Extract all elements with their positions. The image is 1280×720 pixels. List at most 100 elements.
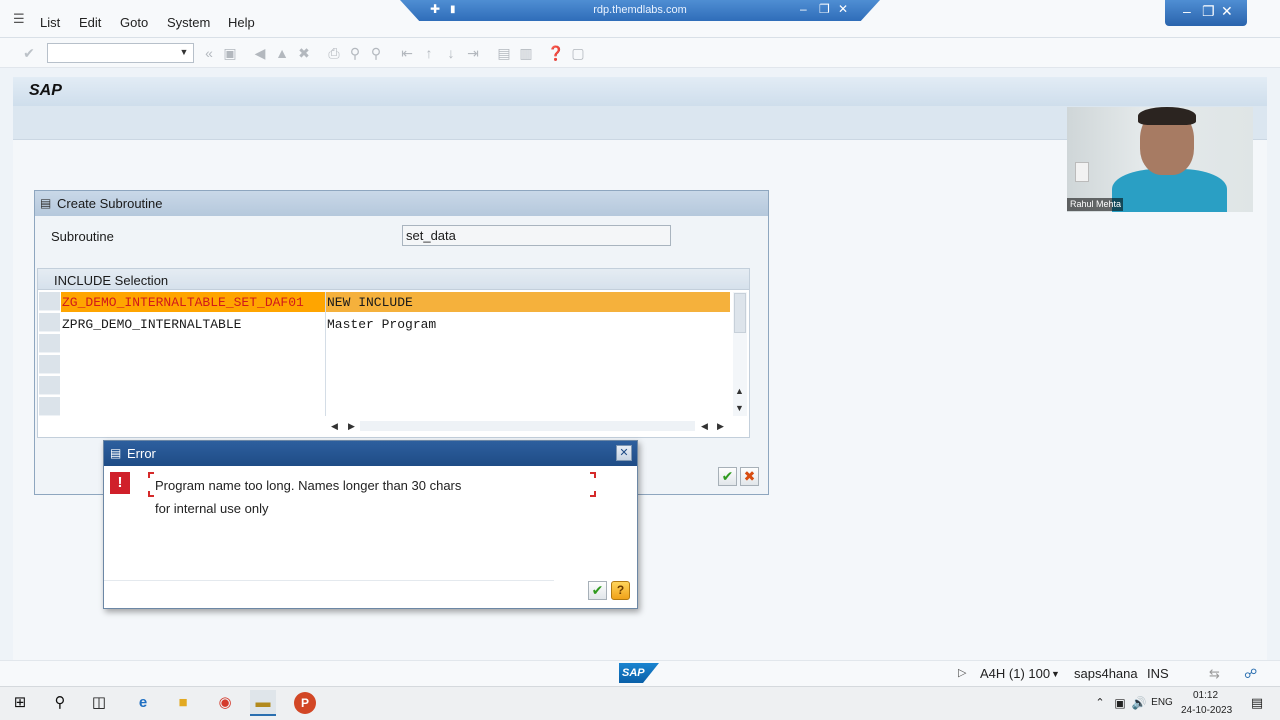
file-explorer-icon[interactable]: ■ bbox=[170, 690, 196, 716]
include-name-cell[interactable]: ZPRG_DEMO_INTERNALTABLE bbox=[62, 317, 241, 332]
language-indicator[interactable]: ENG bbox=[1147, 690, 1177, 716]
help-icon: ? bbox=[616, 583, 625, 597]
window-minimize-icon[interactable]: – bbox=[1183, 3, 1191, 19]
dialog-window-icon: ▤ bbox=[110, 446, 122, 460]
exit-icon[interactable]: ▲ bbox=[273, 44, 291, 62]
rdp-restore-icon[interactable]: ❐ bbox=[819, 2, 830, 16]
include-name-cell[interactable]: ZG_DEMO_INTERNALTABLE_SET_DAF01 bbox=[62, 295, 325, 310]
dialog-footer-divider bbox=[104, 580, 554, 581]
rdp-close-icon[interactable]: ✕ bbox=[838, 2, 848, 16]
first-page-icon[interactable]: ⇤ bbox=[398, 44, 416, 62]
window-controls: – ❐ ✕ bbox=[1165, 0, 1247, 26]
clock-time[interactable]: 01:12 bbox=[1193, 690, 1218, 701]
focus-bracket bbox=[590, 472, 596, 478]
close-icon: ✕ bbox=[619, 447, 629, 459]
menu-list[interactable]: List bbox=[40, 15, 60, 30]
help-icon[interactable]: ❓ bbox=[547, 44, 565, 62]
layout-icon[interactable]: ⇆ bbox=[1209, 666, 1220, 682]
scroll-left-icon[interactable]: ◀ bbox=[701, 421, 708, 432]
chevron-down-icon[interactable]: ▼ bbox=[177, 45, 191, 59]
powerpoint-icon[interactable]: P bbox=[294, 692, 316, 714]
subroutine-label: Subroutine bbox=[51, 229, 114, 244]
server-name: saps4hana bbox=[1074, 666, 1138, 681]
checkmark-icon: ✔ bbox=[721, 468, 734, 484]
toolbar-separator-icon: « bbox=[205, 45, 213, 61]
scrollbar-thumb[interactable] bbox=[734, 293, 746, 333]
close-button[interactable]: ✕ bbox=[616, 445, 632, 461]
error-title-bar bbox=[104, 441, 637, 466]
cancel-icon[interactable]: ✖ bbox=[295, 44, 313, 62]
internet-explorer-icon[interactable]: e bbox=[130, 690, 156, 716]
cross-icon: ✖ bbox=[743, 468, 756, 484]
last-page-icon[interactable]: ⇥ bbox=[464, 44, 482, 62]
command-field[interactable] bbox=[47, 43, 194, 63]
next-page-icon[interactable]: ↓ bbox=[442, 44, 460, 62]
include-selection-title: INCLUDE Selection bbox=[54, 273, 169, 288]
create-session-icon[interactable]: ▤ bbox=[495, 44, 513, 62]
system-info: A4H (1) 100 bbox=[980, 666, 1051, 681]
rdp-minimize-icon[interactable]: – bbox=[800, 2, 807, 16]
print-icon[interactable]: ⎙ bbox=[325, 44, 343, 62]
continue-button[interactable]: ✔ bbox=[718, 467, 737, 486]
save-icon[interactable]: ▣ bbox=[221, 44, 239, 62]
find-icon[interactable]: ⚲ bbox=[346, 44, 364, 62]
windows-start-icon[interactable]: ⊞ bbox=[7, 690, 33, 716]
scroll-left-icon[interactable]: ◀ bbox=[331, 421, 338, 432]
row-selector[interactable] bbox=[39, 313, 60, 332]
menu-help[interactable]: Help bbox=[228, 15, 255, 30]
clock-date[interactable]: 24-10-2023 bbox=[1181, 705, 1232, 716]
subroutine-input[interactable]: set_data bbox=[402, 225, 671, 246]
continue-button[interactable]: ✔ bbox=[588, 581, 607, 600]
row-selector[interactable] bbox=[39, 334, 60, 353]
error-message-line: Program name too long. Names longer than… bbox=[155, 478, 462, 493]
chrome-icon[interactable]: ◉ bbox=[212, 690, 238, 716]
lock-icon[interactable]: ☍ bbox=[1244, 666, 1257, 682]
error-icon: ! bbox=[110, 472, 130, 494]
system-menu-icon[interactable]: ☰ bbox=[13, 11, 27, 26]
window-restore-icon[interactable]: ❐ bbox=[1202, 3, 1215, 20]
rdp-connection-bar: ✚ ▮ rdp.themdlabs.com – ❐ ✕ bbox=[400, 0, 880, 21]
scroll-down-icon[interactable]: ▼ bbox=[735, 403, 744, 413]
cancel-button[interactable]: ✖ bbox=[740, 467, 759, 486]
focus-bracket bbox=[590, 491, 596, 497]
include-description-cell: Master Program bbox=[327, 317, 437, 332]
shortcut-icon[interactable]: ▥ bbox=[517, 44, 535, 62]
help-button[interactable]: ? bbox=[611, 581, 630, 600]
row-selector[interactable] bbox=[39, 292, 60, 311]
menu-edit[interactable]: Edit bbox=[79, 15, 101, 30]
focus-bracket bbox=[148, 472, 154, 478]
dialog-title: Create Subroutine bbox=[57, 196, 163, 211]
dialog-window-icon: ▤ bbox=[40, 196, 52, 210]
focus-bracket bbox=[148, 491, 154, 497]
find-next-icon[interactable]: ⚲ bbox=[367, 44, 385, 62]
include-description-cell: NEW INCLUDE bbox=[327, 295, 413, 310]
wall-socket bbox=[1075, 162, 1089, 182]
menu-system[interactable]: System bbox=[167, 15, 210, 30]
webcam-overlay bbox=[1067, 107, 1253, 212]
column-divider bbox=[325, 292, 326, 416]
row-selector[interactable] bbox=[39, 376, 60, 395]
task-view-icon[interactable]: ◫ bbox=[86, 690, 112, 716]
horizontal-scrollbar[interactable] bbox=[360, 421, 695, 431]
window-close-icon[interactable]: ✕ bbox=[1221, 3, 1233, 20]
search-icon[interactable]: ⚲ bbox=[47, 690, 73, 716]
chevron-down-icon[interactable]: ▼ bbox=[1051, 669, 1060, 679]
notification-icon[interactable]: ▤ bbox=[1244, 690, 1270, 716]
presenter-hair bbox=[1138, 107, 1196, 125]
row-selector[interactable] bbox=[39, 355, 60, 374]
previous-page-icon[interactable]: ↑ bbox=[420, 44, 438, 62]
menu-goto[interactable]: Goto bbox=[120, 15, 148, 30]
sap-gui-icon[interactable]: ▬ bbox=[250, 690, 276, 716]
back-icon[interactable]: ◀ bbox=[251, 44, 269, 62]
layout-icon[interactable]: ▢ bbox=[569, 44, 587, 62]
scroll-up-icon[interactable]: ▲ bbox=[735, 386, 744, 396]
scroll-right-icon[interactable]: ▶ bbox=[717, 421, 724, 432]
status-expand-icon[interactable]: ▷ bbox=[958, 666, 966, 679]
row-selector[interactable] bbox=[39, 397, 60, 416]
sap-title-bar bbox=[13, 77, 1267, 106]
error-message-line: for internal use only bbox=[155, 501, 269, 516]
error-title: Error bbox=[127, 446, 156, 461]
scroll-right-icon[interactable]: ▶ bbox=[348, 421, 355, 432]
enter-icon[interactable]: ✔ bbox=[20, 44, 38, 62]
checkmark-icon: ✔ bbox=[591, 582, 604, 598]
